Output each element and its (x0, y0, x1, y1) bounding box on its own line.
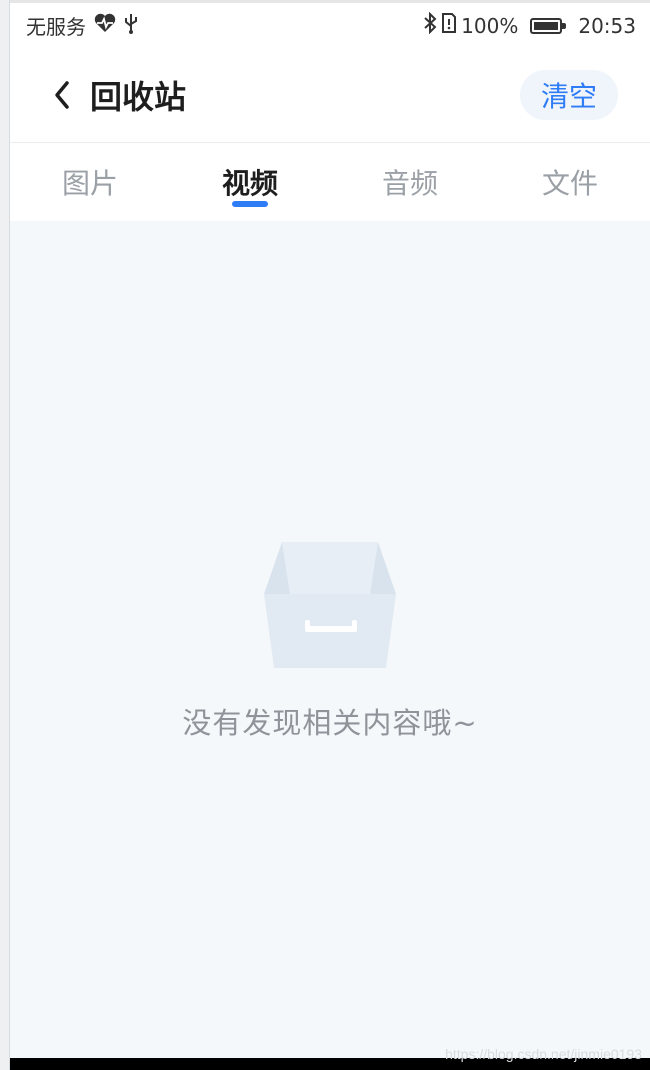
empty-state: 没有发现相关内容哦~ (10, 220, 650, 1058)
clear-button[interactable]: 清空 (520, 70, 618, 120)
chevron-left-icon (55, 81, 69, 109)
tab-label: 音频 (381, 167, 438, 200)
heart-rate-icon (94, 13, 116, 38)
left-edge (0, 0, 10, 1070)
empty-box-icon (264, 542, 396, 668)
header-left: 回收站 (50, 72, 186, 118)
tab-label: 视频 (221, 167, 278, 200)
status-right: 100% 20:53 (423, 11, 636, 39)
back-button[interactable] (50, 78, 74, 112)
page-title: 回收站 (90, 78, 187, 116)
tab-label: 图片 (61, 167, 118, 200)
usb-icon (124, 12, 138, 39)
clock-time: 20:53 (578, 13, 636, 38)
status-bar: 无服务 100% 20:53 (10, 0, 650, 48)
tab-files[interactable]: 文件 (490, 143, 650, 221)
app-header: 回收站 清空 (10, 48, 650, 143)
battery-icon (530, 17, 567, 34)
tab-label: 文件 (541, 167, 598, 200)
sim-alert-icon (441, 12, 457, 39)
empty-message: 没有发现相关内容哦~ (182, 706, 478, 740)
battery-percent: 100% (461, 13, 519, 38)
active-tab-indicator (232, 201, 268, 207)
tab-images[interactable]: 图片 (10, 143, 170, 221)
tab-audio[interactable]: 音频 (330, 143, 490, 221)
watermark: https://blog.csdn.net/jinmie0193 (445, 1046, 642, 1062)
tab-videos[interactable]: 视频 (170, 143, 330, 221)
tab-bar: 图片 视频 音频 文件 (10, 143, 650, 221)
status-left: 无服务 (26, 11, 138, 40)
carrier-text: 无服务 (26, 15, 86, 39)
app-frame: 无服务 100% 20:53 回收站 清空 图片 视频 音频 文件 没有发现相关… (10, 0, 650, 1070)
bluetooth-icon (423, 11, 437, 39)
